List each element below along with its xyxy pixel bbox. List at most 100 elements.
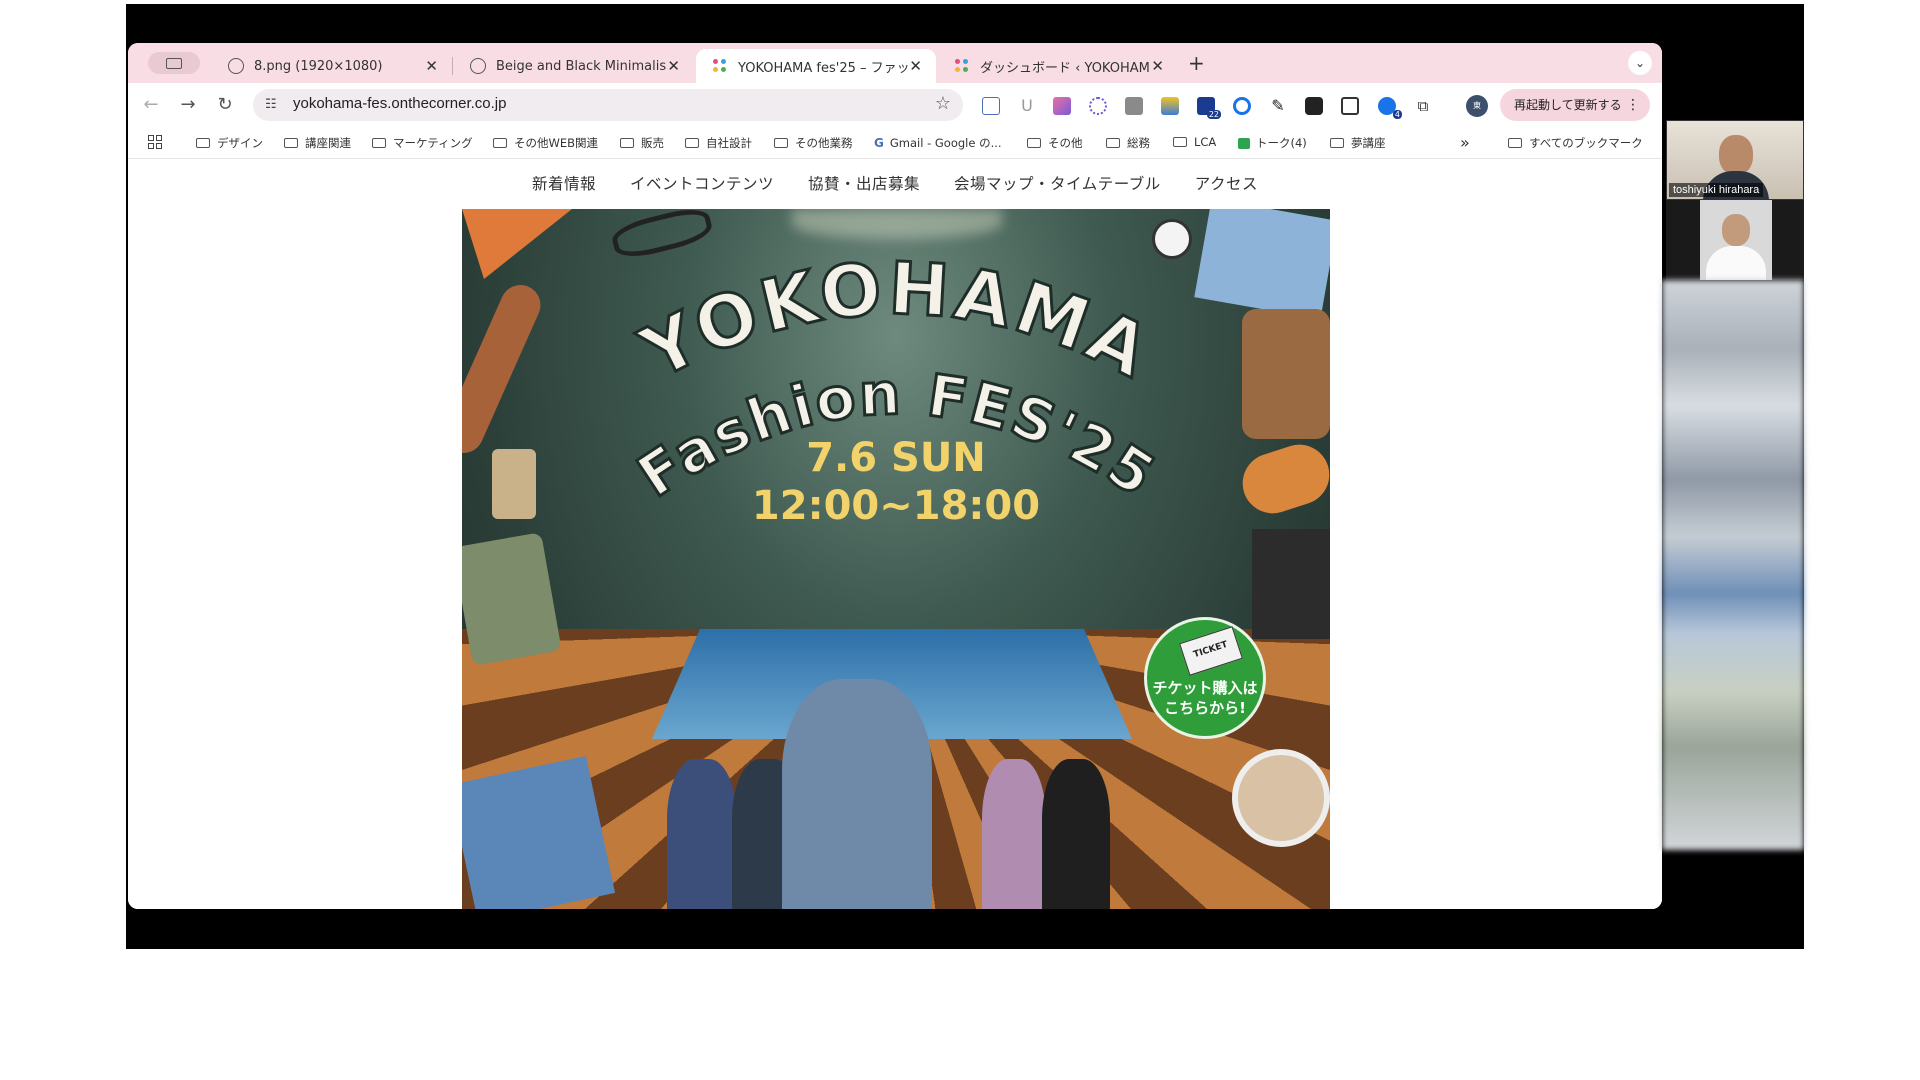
- ticket-cta-line1: チケット購入は: [1152, 679, 1258, 697]
- participant-video-tile[interactable]: toshiyuki hirahara: [1666, 120, 1804, 201]
- bookmark-label: デザイン: [217, 136, 263, 150]
- nav-sponsor[interactable]: 協賛・出店募集: [808, 159, 920, 207]
- folder-icon: [1106, 138, 1120, 148]
- extension-screenshot-icon[interactable]: [982, 97, 1000, 115]
- extension-capture-icon[interactable]: [1341, 97, 1359, 115]
- tab-dashboard[interactable]: ダッシュボード ‹ YOKOHAMA f ✕: [938, 49, 1178, 83]
- participant-head: [1719, 135, 1753, 175]
- extension-font-icon[interactable]: [1305, 97, 1323, 115]
- participant-head: [1722, 214, 1750, 246]
- bookmark-folder[interactable]: その他: [1027, 135, 1083, 151]
- extension-mail-icon[interactable]: 4: [1378, 97, 1402, 119]
- folder-icon: [1027, 138, 1041, 148]
- bookmark-label: Gmail - Google の...: [889, 136, 1002, 150]
- extension-flower-icon[interactable]: [1089, 97, 1107, 115]
- close-icon[interactable]: ✕: [667, 57, 680, 75]
- folder-icon: [1173, 137, 1187, 147]
- site-logo-icon: [712, 58, 728, 74]
- extensions-puzzle-icon[interactable]: ⧉: [1414, 97, 1432, 115]
- bookmark-folder[interactable]: その他WEB関連: [493, 135, 598, 151]
- globe-icon: [228, 58, 244, 74]
- chat-icon: [1238, 137, 1250, 149]
- bookmark-chat[interactable]: トーク(4): [1238, 135, 1307, 151]
- nav-news[interactable]: 新着情報: [532, 159, 596, 207]
- ticket-cta-line2: こちらから!: [1164, 699, 1246, 717]
- bookmarks-overflow-button[interactable]: »: [1460, 133, 1470, 152]
- hero-time: 12:00~18:00: [752, 483, 1040, 529]
- profile-avatar[interactable]: 東: [1466, 95, 1488, 117]
- ticket-purchase-button[interactable]: TICKET チケット購入は こちらから!: [1144, 617, 1266, 739]
- extension-color-icon[interactable]: [1053, 97, 1071, 115]
- tab-image[interactable]: 8.png (1920×1080) ✕: [212, 49, 452, 83]
- site-settings-icon[interactable]: ☷: [265, 97, 277, 112]
- more-vert-icon[interactable]: ⋮: [1626, 89, 1640, 121]
- extension-gray-icon[interactable]: [1125, 97, 1143, 115]
- extension-u-icon[interactable]: U: [1018, 97, 1036, 115]
- forward-button[interactable]: →: [175, 92, 201, 118]
- model-figure: [1042, 759, 1110, 909]
- new-tab-button[interactable]: +: [1188, 51, 1205, 75]
- bookmark-label: 夢講座: [1351, 136, 1386, 150]
- bookmark-folder[interactable]: マーケティング: [372, 135, 473, 151]
- close-icon[interactable]: ✕: [909, 57, 922, 75]
- participant-body: [1706, 246, 1766, 280]
- hero-poster[interactable]: YOKOHAMA Fashion FES'25 7.6 SUN 12:00~18…: [462, 209, 1330, 909]
- apps-grid-icon[interactable]: [148, 135, 162, 149]
- nav-access[interactable]: アクセス: [1195, 159, 1258, 207]
- tab-divider: [452, 57, 453, 75]
- tab-groups-button[interactable]: [148, 52, 200, 74]
- bookmark-gmail[interactable]: G Gmail - Google の...: [874, 135, 1002, 151]
- reload-icon: ↻: [217, 94, 233, 115]
- folder-icon: [196, 138, 210, 148]
- bookmark-folder[interactable]: LCA: [1173, 135, 1216, 149]
- bookmark-folder[interactable]: 自社設計: [685, 135, 752, 151]
- web-page: 新着情報 イベントコンテンツ 協賛・出店募集 会場マップ・タイムテーブル アクセ…: [128, 159, 1662, 909]
- back-button[interactable]: ←: [138, 92, 164, 118]
- bookmark-folder[interactable]: デザイン: [196, 135, 263, 151]
- relaunch-update-button[interactable]: 再起動して更新する ⋮: [1500, 89, 1650, 121]
- bookmark-label: その他: [1048, 136, 1083, 150]
- tab-strip: 8.png (1920×1080) ✕ Beige and Black Mini…: [128, 43, 1662, 83]
- url-text[interactable]: yokohama-fes.onthecorner.co.jp: [293, 95, 506, 112]
- bookmark-label: LCA: [1194, 135, 1217, 149]
- tab-yokohama-fes[interactable]: YOKOHAMA fes'25 – ファッシ ✕: [696, 49, 936, 83]
- site-logo-icon: [954, 58, 970, 74]
- participant-video-tile[interactable]: [1666, 200, 1804, 280]
- folder-icon: [284, 138, 298, 148]
- bookmark-folder[interactable]: 講座関連: [284, 135, 351, 151]
- bookmark-label: 販売: [641, 136, 664, 150]
- nav-map-timetable[interactable]: 会場マップ・タイムテーブル: [954, 159, 1161, 207]
- extension-search-icon[interactable]: [1233, 97, 1251, 115]
- bookmark-label: その他業務: [795, 136, 853, 150]
- extension-pen-icon[interactable]: ✎: [1269, 97, 1287, 115]
- extension-m-icon[interactable]: [1161, 97, 1179, 115]
- all-bookmarks-folder[interactable]: すべてのブックマーク: [1508, 135, 1643, 151]
- ticket-icon: TICKET: [1179, 626, 1243, 676]
- site-nav: 新着情報 イベントコンテンツ 協賛・出店募集 会場マップ・タイムテーブル アクセ…: [128, 159, 1662, 207]
- close-icon[interactable]: ✕: [425, 57, 438, 75]
- tab-search-button[interactable]: ⌄: [1628, 51, 1652, 75]
- nav-event-contents[interactable]: イベントコンテンツ: [630, 159, 774, 207]
- participant-name: toshiyuki hirahara: [1669, 183, 1764, 197]
- folder-icon: [372, 138, 386, 148]
- bookmark-label: 自社設計: [706, 136, 752, 150]
- extension-calendar-icon[interactable]: 22: [1197, 97, 1221, 119]
- bookmark-label: すべてのブックマーク: [1529, 136, 1643, 150]
- arrow-right-icon: →: [180, 94, 196, 115]
- folder-icon: [1330, 138, 1344, 148]
- bookmark-folder[interactable]: その他業務: [774, 135, 853, 151]
- bookmark-folder[interactable]: 総務: [1106, 135, 1150, 151]
- tab-groups-icon: [166, 58, 182, 69]
- chevron-down-icon: ⌄: [1634, 56, 1646, 70]
- address-bar[interactable]: ☷ yokohama-fes.onthecorner.co.jp ☆: [253, 89, 963, 121]
- folder-icon: [685, 138, 699, 148]
- tab-canva[interactable]: Beige and Black Minimalist Pr ✕: [454, 49, 694, 83]
- browser-window: 8.png (1920×1080) ✕ Beige and Black Mini…: [128, 43, 1662, 909]
- model-figure: [667, 759, 737, 909]
- tab-title: Beige and Black Minimalist Pr: [496, 58, 666, 74]
- bookmark-folder[interactable]: 夢講座: [1330, 135, 1386, 151]
- close-icon[interactable]: ✕: [1151, 57, 1164, 75]
- bookmark-folder[interactable]: 販売: [620, 135, 664, 151]
- bookmark-star-icon[interactable]: ☆: [935, 93, 951, 114]
- reload-button[interactable]: ↻: [212, 92, 238, 118]
